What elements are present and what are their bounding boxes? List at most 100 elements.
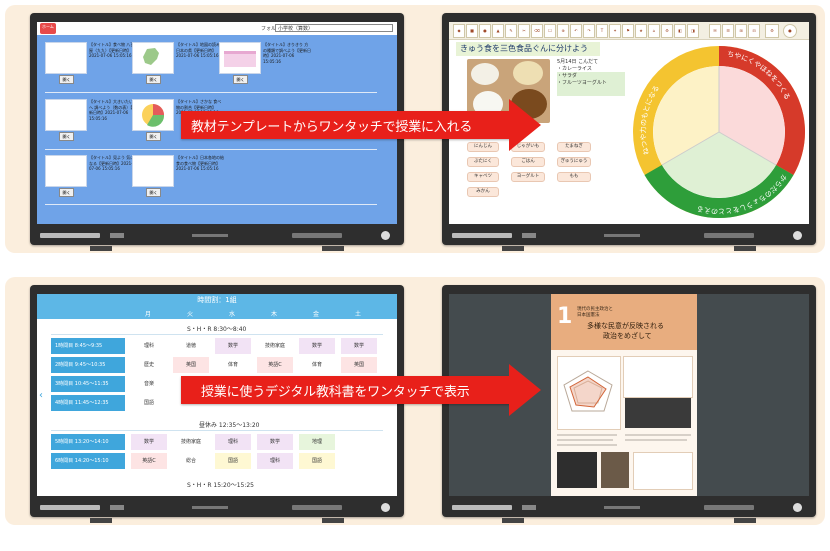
chevron-left-icon[interactable]: ‹	[39, 390, 43, 401]
open-button[interactable]: 開く	[59, 75, 74, 84]
period-2: 2時間目 9:45〜10:35	[51, 357, 125, 373]
template-card[interactable]: 【タイトル】大きいたい方へ 調べよう（数の表）【更新日時】2021-07-06 …	[45, 99, 137, 141]
timetable-cell[interactable]: 英語C	[257, 357, 293, 373]
radar-figure	[557, 356, 621, 430]
template-thumbnail	[132, 99, 174, 131]
timetable-cell[interactable]: 数学	[341, 338, 377, 354]
food-chip[interactable]: もも	[557, 172, 591, 182]
timetable-cell[interactable]: 英国	[341, 357, 377, 373]
user-icon[interactable]: ●	[783, 24, 797, 38]
tool-button[interactable]: ▲	[492, 24, 504, 38]
power-button[interactable]	[381, 503, 390, 512]
info-box	[623, 356, 693, 398]
tool-button[interactable]: ◨	[687, 24, 699, 38]
monitor-bezel	[442, 224, 816, 245]
timetable-cell[interactable]: 体育	[299, 357, 335, 373]
tool-button[interactable]: ✂	[518, 24, 530, 38]
open-button[interactable]: 開く	[146, 132, 161, 141]
chapter-heading: 多様な民意が反映される	[587, 322, 664, 330]
tool-button[interactable]: ⌂	[648, 24, 660, 38]
template-thumbnail	[219, 42, 261, 74]
timetable-cell[interactable]: 理科	[215, 434, 251, 450]
food-chip[interactable]: みかん	[467, 187, 499, 197]
tool-button[interactable]: ⚑	[622, 24, 634, 38]
food-chip[interactable]: ヨーグルト	[511, 172, 545, 182]
timetable-cell[interactable]: 国語	[215, 453, 251, 469]
shr-evening: S・H・R 15:20〜15:25	[187, 482, 254, 489]
tool-button[interactable]: ↷	[583, 24, 595, 38]
top-arrow-text: 教材テンプレートからワンタッチで授業に入れる	[191, 120, 473, 135]
board-toolbar: ◆ ■ ● ▲ ✎ ✂ ⌫ ☐ ⊕ ↶ ↷ T ✦ ⚑ ★ ⌂ ⚙ ◧ ◨ ✉	[449, 22, 809, 40]
timetable-cell[interactable]: 英国	[173, 357, 209, 373]
tool-button[interactable]: ✎	[505, 24, 517, 38]
timetable-cell[interactable]: 体育	[215, 357, 251, 373]
power-button[interactable]	[381, 231, 390, 240]
food-chip[interactable]: ぶたにく	[467, 157, 499, 167]
shr-morning: S・H・R 8:30〜8:40	[187, 326, 247, 333]
template-card[interactable]: 【タイトル】地図の読み方 日本の県【更新日時】2021-07-06 15:05:…	[132, 42, 224, 84]
template-card[interactable]: 【タイトル】きりきり 方の種類で調べよう【更新日時】2021-07-06 15:…	[219, 42, 311, 84]
open-button[interactable]: 開く	[233, 75, 248, 84]
folder-select[interactable]: 小学校（算数）	[275, 24, 393, 32]
timetable-cell[interactable]: 英語C	[131, 453, 167, 469]
tool-button[interactable]: ★	[635, 24, 647, 38]
tool-button[interactable]: ⚙	[661, 24, 673, 38]
monitor-bezel	[442, 496, 816, 517]
power-button[interactable]	[793, 231, 802, 240]
food-chip[interactable]: ぎゅうにゅう	[557, 157, 591, 167]
tool-button[interactable]: ⊞	[735, 24, 747, 38]
open-button[interactable]: 開く	[59, 188, 74, 197]
timetable-cell[interactable]: 技術家庭	[173, 434, 209, 450]
food-chip[interactable]: にんじん	[467, 142, 499, 152]
chapter-subtitle: 日本国憲法	[577, 313, 600, 318]
food-chip[interactable]: たまねぎ	[557, 142, 591, 152]
tool-button[interactable]: ⌫	[531, 24, 543, 38]
timetable-cell[interactable]: 理科	[131, 338, 167, 354]
template-thumbnail	[45, 155, 87, 187]
food-group-wheel[interactable]: ちやにくやほねをつくる からだのちょうしをととのえる ねつや力のもとになる	[631, 44, 807, 220]
settings-icon[interactable]: ⚙	[765, 24, 779, 38]
tool-button[interactable]: ●	[479, 24, 491, 38]
template-card[interactable]: 【タイトル】見よう 気になる【更新日時】2021-07-06 15:05:16 …	[45, 155, 135, 197]
open-button[interactable]: 開く	[59, 132, 74, 141]
home-button[interactable]: ホーム	[40, 23, 56, 34]
template-thumbnail	[45, 99, 87, 131]
timetable-cell[interactable]: 数学	[257, 434, 293, 450]
tool-button[interactable]: ✦	[609, 24, 621, 38]
template-card[interactable]: 【タイトル】食べ物 八百屋（九九）【更新日時】2021-07-06 15:05:…	[45, 42, 135, 84]
tool-button[interactable]: ⊟	[748, 24, 760, 38]
timetable-cell[interactable]: 国語	[131, 395, 167, 411]
timetable-cell[interactable]: 音楽	[131, 376, 167, 392]
tool-button[interactable]: ⊕	[557, 24, 569, 38]
template-card[interactable]: 【タイトル】日本各地の給食の食べ物【更新日時】2021-07-06 15:05:…	[132, 155, 224, 197]
timetable-cell[interactable]: 国語	[299, 453, 335, 469]
timetable-cell[interactable]: 数学	[299, 338, 335, 354]
tool-button[interactable]: ■	[466, 24, 478, 38]
tool-button[interactable]: ◧	[674, 24, 686, 38]
tool-button[interactable]: ↶	[570, 24, 582, 38]
timetable-cell[interactable]: 道徳	[173, 338, 209, 354]
template-thumbnail	[45, 42, 87, 74]
tool-button[interactable]: ✉	[709, 24, 721, 38]
timetable-cell[interactable]: 数学	[131, 434, 167, 450]
day-row: 月 火 水 木 金 土	[37, 306, 397, 319]
tool-button[interactable]: ☰	[722, 24, 734, 38]
timetable-cell[interactable]: 歴史	[131, 357, 167, 373]
group-photo	[625, 398, 691, 428]
power-button[interactable]	[793, 503, 802, 512]
open-button[interactable]: 開く	[146, 188, 161, 197]
food-chip[interactable]: キャベツ	[467, 172, 499, 182]
tool-button[interactable]: T	[596, 24, 608, 38]
tool-button[interactable]: ◆	[453, 24, 465, 38]
photo-middle	[601, 452, 629, 488]
open-button[interactable]: 開く	[146, 75, 161, 84]
tool-button[interactable]: ☐	[544, 24, 556, 38]
timetable-cell[interactable]: 総合	[173, 453, 209, 469]
food-chip[interactable]: ごはん	[511, 157, 545, 167]
textbook-page[interactable]: 1 現代の民主政治と 日本国憲法 多様な民意が反映される 政治をめざして	[551, 294, 697, 496]
timetable-cell[interactable]: 地理	[299, 434, 335, 450]
period-5: 5時間目 13:20〜14:10	[51, 434, 125, 450]
timetable-cell[interactable]: 数学	[215, 338, 251, 354]
timetable-cell[interactable]: 理科	[257, 453, 293, 469]
timetable-cell[interactable]: 技術家庭	[257, 338, 293, 354]
